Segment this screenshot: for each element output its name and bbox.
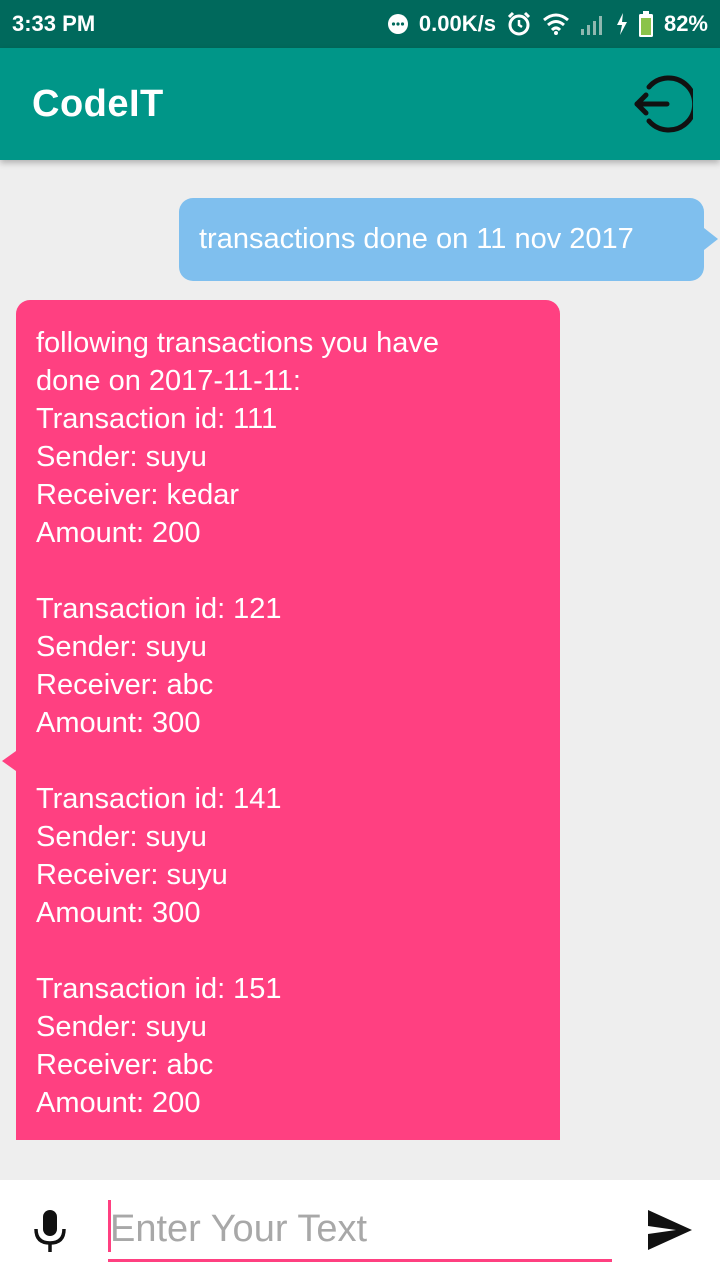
bot-message-spacer <box>36 742 540 780</box>
bot-message-line: Receiver: abc <box>36 669 214 701</box>
battery-icon <box>638 11 654 37</box>
input-bar <box>0 1180 720 1280</box>
bot-message-line: following transactions you have <box>36 327 440 359</box>
bot-message-line: Transaction id: 151 <box>36 973 282 1005</box>
status-icons: 0.00K/s 82% <box>387 11 708 37</box>
bot-message-line: done on 2017-11-11: <box>36 365 301 397</box>
bot-message-spacer <box>36 552 540 590</box>
bot-message-line: Sender: suyu <box>36 631 207 663</box>
status-time: 3:33 PM <box>12 11 96 36</box>
logout-button[interactable] <box>630 72 694 136</box>
bot-message-line: Sender: suyu <box>36 441 207 473</box>
user-message-bubble: transactions done on 11 nov 2017 <box>179 198 718 281</box>
status-bar: 3:33 PM 0.00K/s 82% <box>0 0 720 48</box>
send-button[interactable] <box>646 1208 694 1252</box>
chat-notification-icon <box>387 13 409 35</box>
bot-message-line: Amount: 300 <box>36 897 201 929</box>
bot-message-line: Receiver: kedar <box>36 479 240 511</box>
bubble-tail <box>2 751 16 771</box>
bot-message-spacer <box>36 932 540 970</box>
signal-icon <box>580 13 606 35</box>
bot-message-line: Amount: 300 <box>36 707 201 739</box>
bot-message-line: Transaction id: 141 <box>36 783 282 815</box>
user-message-text: transactions done on 11 nov 2017 <box>199 223 634 255</box>
text-cursor <box>108 1200 111 1252</box>
bot-message-line: Transaction id: 111 <box>36 403 278 435</box>
send-icon <box>648 1210 692 1250</box>
chat-area[interactable]: transactions done on 11 nov 2017 followi… <box>0 160 720 1180</box>
app-title: CodeIT <box>32 82 164 125</box>
alarm-icon <box>506 11 532 37</box>
bot-message-line: Amount: 200 <box>36 517 201 549</box>
bot-message-line: Receiver: abc <box>36 1049 214 1081</box>
bot-message-line: Receiver: suyu <box>36 859 228 891</box>
bot-message-line: Sender: suyu <box>36 1011 207 1043</box>
message-input[interactable] <box>108 1200 612 1262</box>
bot-message-line: Amount: 200 <box>36 1087 201 1119</box>
network-speed: 0.00K/s <box>418 11 496 36</box>
charging-icon <box>616 13 628 35</box>
wifi-icon <box>542 12 570 36</box>
mic-button[interactable] <box>30 1208 70 1254</box>
bot-message-bubble: following transactions you have done on … <box>2 300 560 1140</box>
logout-icon <box>634 75 693 133</box>
battery-percent: 82% <box>663 11 708 36</box>
bot-message-line: Sender: suyu <box>36 821 207 853</box>
app-bar: CodeIT <box>0 48 720 160</box>
bubble-tail <box>704 228 718 250</box>
microphone-icon <box>34 1210 66 1252</box>
bot-message-line: Transaction id: 121 <box>36 593 282 625</box>
